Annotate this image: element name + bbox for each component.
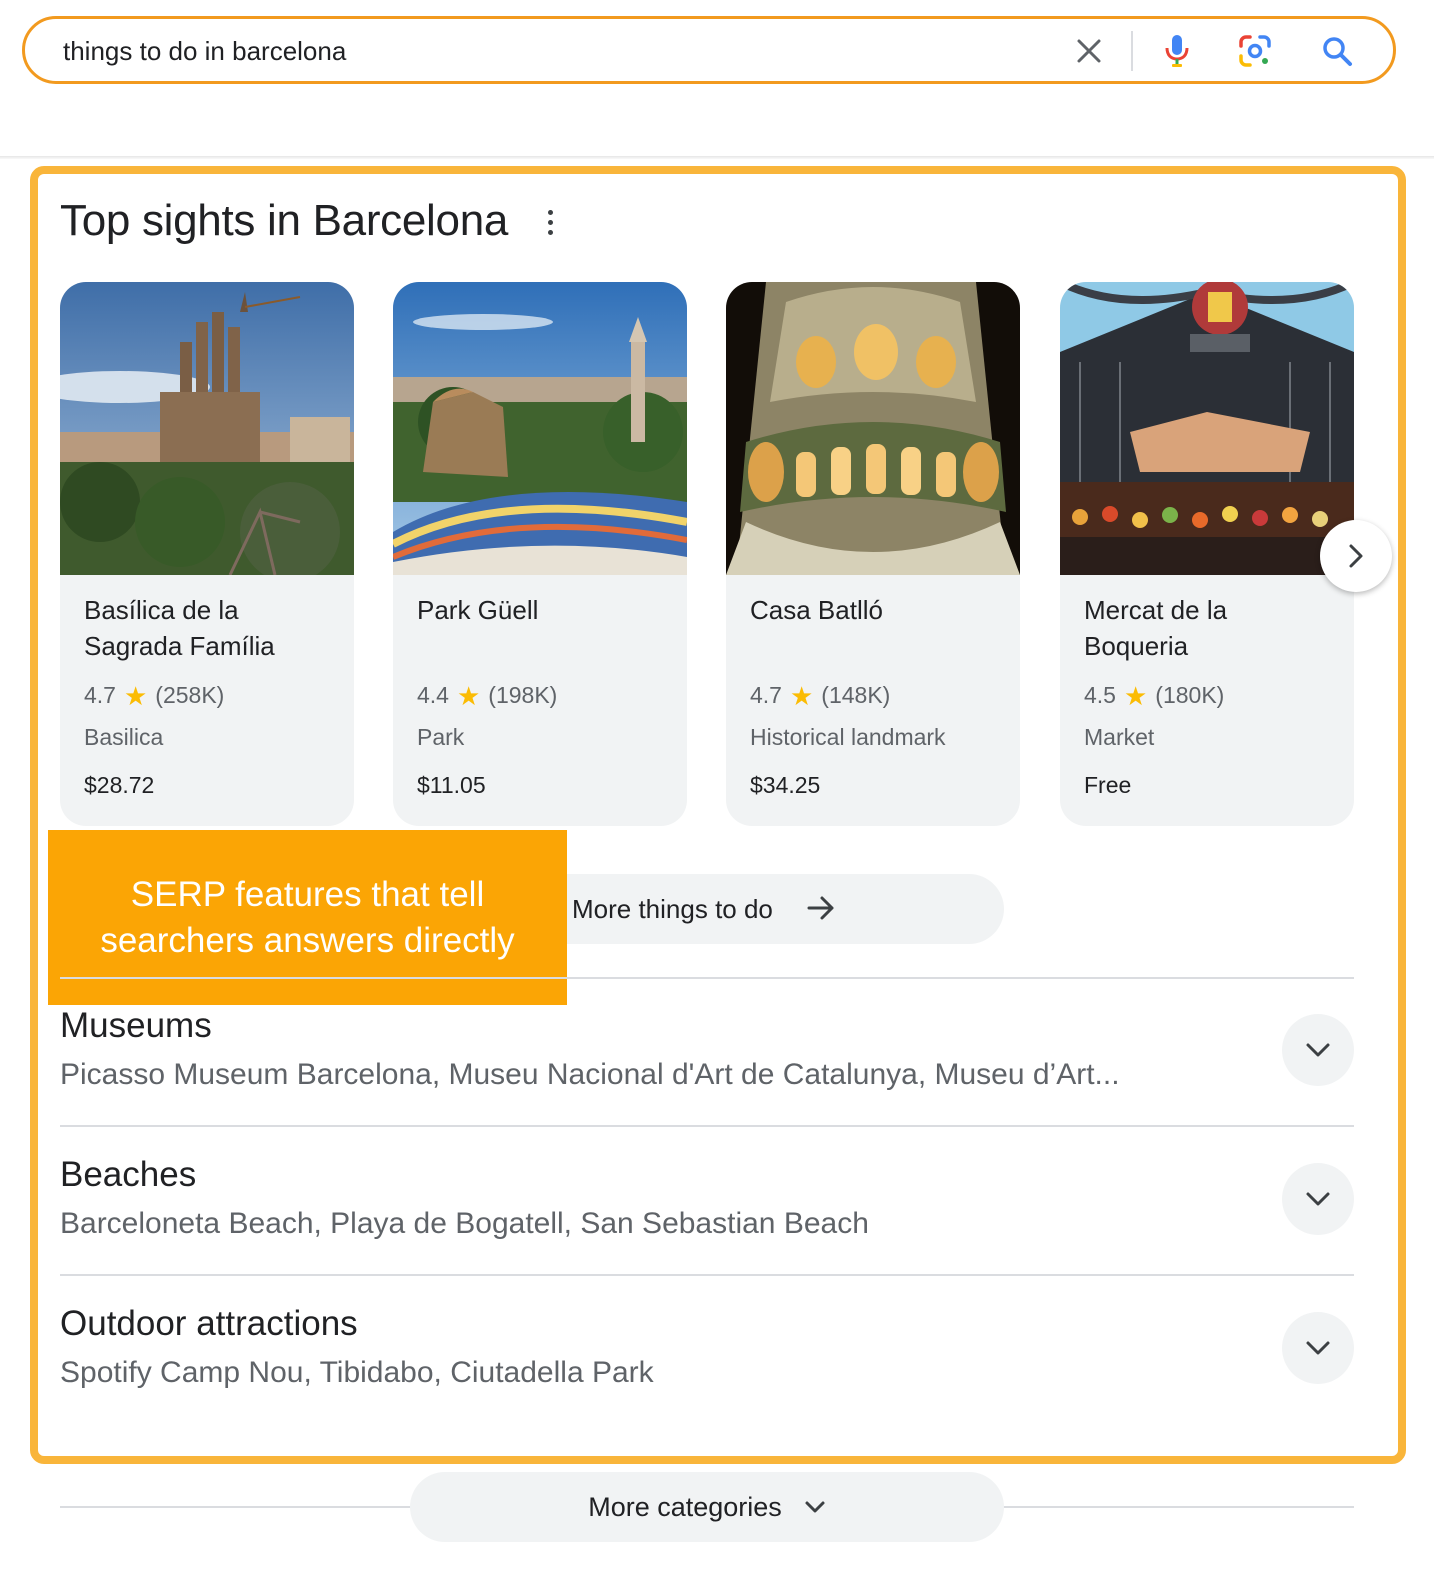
- card-title: Mercat de la Boqueria: [1084, 595, 1228, 661]
- card-price: Free: [1084, 772, 1132, 798]
- category-row-museums[interactable]: Museums Picasso Museum Barcelona, Museu …: [60, 1006, 1354, 1136]
- chevron-down-icon: [1306, 1043, 1330, 1057]
- callout-line-2: searchers answers directly: [100, 920, 515, 960]
- more-options-icon[interactable]: [535, 204, 565, 240]
- header-divider: [0, 156, 1434, 159]
- sagrada-familia-image: [60, 282, 354, 575]
- category-title: Museums: [60, 1006, 212, 1045]
- card-type: Basilica: [84, 724, 164, 750]
- review-count: (148K): [821, 682, 891, 708]
- star-icon: ★: [1123, 680, 1148, 711]
- star-icon: ★: [123, 680, 148, 711]
- search-bar: [22, 16, 1396, 84]
- category-items: Spotify Camp Nou, Tibidabo, Ciutadella P…: [60, 1356, 654, 1389]
- sight-card-boqueria[interactable]: Mercat de la Boqueria 4.5 ★ (180K) Marke…: [1060, 282, 1354, 826]
- review-count: (258K): [155, 682, 225, 708]
- divider: [60, 1125, 1354, 1127]
- more-categories-button[interactable]: More categories: [410, 1472, 1004, 1542]
- more-categories-label: More categories: [588, 1491, 782, 1522]
- category-row-outdoor-attractions[interactable]: Outdoor attractions Spotify Camp Nou, Ti…: [60, 1304, 1354, 1434]
- arrow-right-icon: [807, 896, 834, 920]
- category-title: Beaches: [60, 1155, 197, 1194]
- chevron-right-icon: [1349, 544, 1363, 568]
- google-lens-icon[interactable]: [1237, 33, 1273, 69]
- close-icon[interactable]: [1071, 33, 1107, 69]
- card-rating: 4.4 ★ (198K): [417, 682, 557, 709]
- card-price: $28.72: [84, 772, 155, 798]
- rating-value: 4.7: [84, 682, 116, 708]
- expand-button[interactable]: [1282, 1163, 1354, 1235]
- more-things-label: More things to do: [572, 894, 773, 924]
- category-title: Outdoor attractions: [60, 1304, 358, 1343]
- casa-batllo-image: [726, 282, 1020, 575]
- card-rating: 4.7 ★ (148K): [750, 682, 890, 709]
- card-title: Basílica de la Sagrada Família: [84, 595, 275, 661]
- chevron-down-icon: [805, 1501, 825, 1513]
- card-type: Market: [1084, 724, 1155, 750]
- card-price: $11.05: [417, 772, 486, 798]
- expand-button[interactable]: [1282, 1312, 1354, 1384]
- expand-button[interactable]: [1282, 1014, 1354, 1086]
- microphone-icon[interactable]: [1159, 33, 1195, 69]
- chevron-down-icon: [1306, 1192, 1330, 1206]
- category-items: Picasso Museum Barcelona, Museu Nacional…: [60, 1058, 1120, 1091]
- card-title: Casa Batlló: [750, 595, 883, 625]
- card-type: Historical landmark: [750, 724, 946, 750]
- category-row-beaches[interactable]: Beaches Barceloneta Beach, Playa de Boga…: [60, 1155, 1354, 1285]
- carousel-next-button[interactable]: [1320, 520, 1392, 592]
- sight-card-casa-batllo[interactable]: Casa Batlló 4.7 ★ (148K) Historical land…: [726, 282, 1020, 826]
- card-title: Park Güell: [417, 595, 539, 625]
- card-price: $34.25: [750, 772, 821, 798]
- divider: [60, 977, 1354, 979]
- callout-line-1: SERP features that tell: [130, 874, 485, 914]
- rating-value: 4.7: [750, 682, 782, 708]
- search-input[interactable]: [63, 35, 1023, 67]
- card-type: Park: [417, 724, 465, 750]
- card-rating: 4.5 ★ (180K): [1084, 682, 1224, 709]
- park-guell-image: [393, 282, 687, 575]
- search-icon[interactable]: [1319, 33, 1355, 69]
- card-rating: 4.7 ★ (258K): [84, 682, 224, 709]
- rating-value: 4.4: [417, 682, 449, 708]
- divider: [60, 1274, 1354, 1276]
- category-items: Barceloneta Beach, Playa de Bogatell, Sa…: [60, 1207, 869, 1240]
- boqueria-image: [1060, 282, 1354, 575]
- review-count: (198K): [488, 682, 558, 708]
- chevron-down-icon: [1306, 1341, 1330, 1355]
- search-divider: [1131, 31, 1133, 71]
- rating-value: 4.5: [1084, 682, 1116, 708]
- review-count: (180K): [1155, 682, 1225, 708]
- star-icon: ★: [456, 680, 481, 711]
- sight-card-sagrada-familia[interactable]: Basílica de la Sagrada Família 4.7 ★ (25…: [60, 282, 354, 826]
- section-title: Top sights in Barcelona: [60, 196, 509, 245]
- sight-card-park-guell[interactable]: Park Güell 4.4 ★ (198K) Park $11.05: [393, 282, 687, 826]
- star-icon: ★: [789, 680, 814, 711]
